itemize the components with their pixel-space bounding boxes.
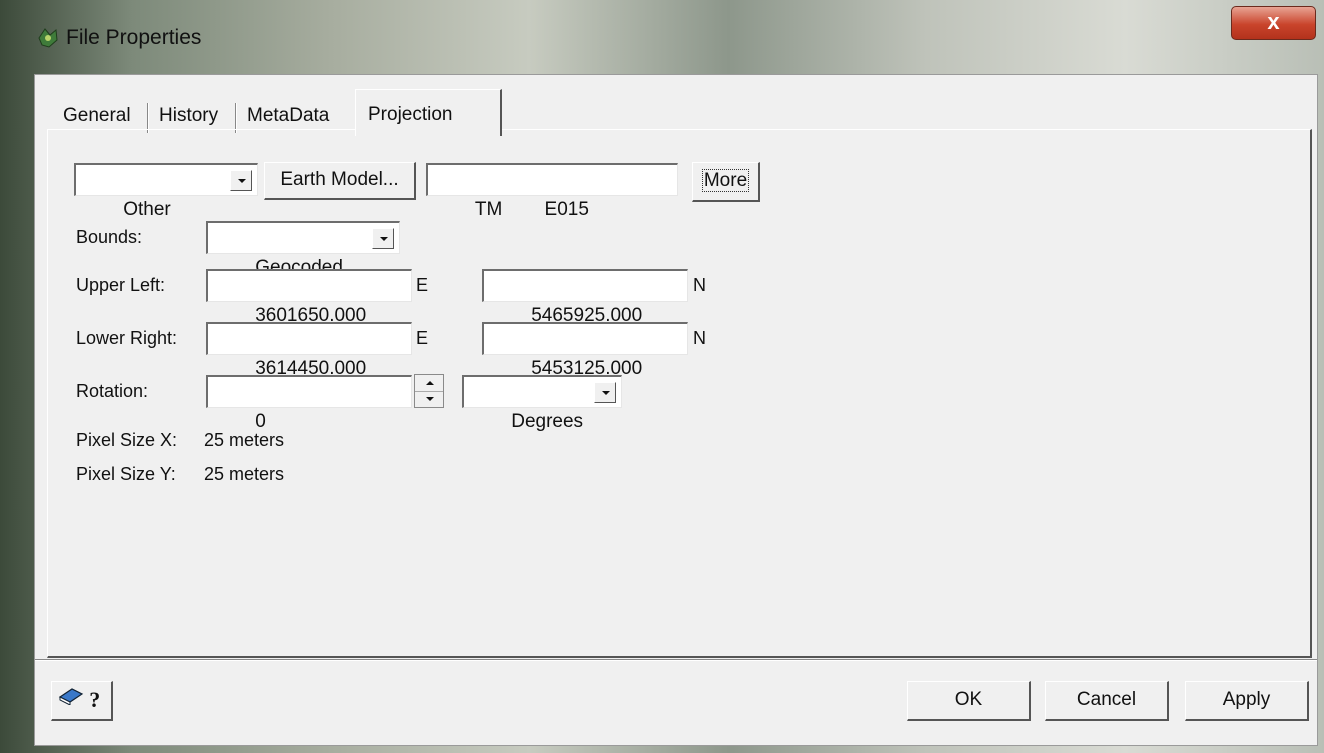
pixel-size-x-value: 25 meters <box>204 430 285 450</box>
upper-left-e-unit: E <box>416 275 429 295</box>
tab-history-label: History <box>159 105 219 126</box>
rotation-unit-select[interactable]: Degrees <box>462 375 622 432</box>
spin-up-icon[interactable] <box>415 375 443 392</box>
more-label: More <box>701 169 750 192</box>
footer-divider <box>35 659 1317 661</box>
upper-left-easting-field[interactable]: 3601650.000 <box>206 269 412 326</box>
help-question-icon: ? <box>89 687 101 712</box>
lower-right-n-unit: N <box>693 328 706 348</box>
pixel-size-y-value: 25 meters <box>204 464 285 484</box>
earth-model-button[interactable]: Earth Model... <box>264 162 416 200</box>
more-button[interactable]: More <box>692 162 760 202</box>
app-icon <box>36 26 60 50</box>
ok-label: OK <box>954 689 983 710</box>
upper-left-northing-field[interactable]: 5465925.000 <box>482 269 688 326</box>
ok-button[interactable]: OK <box>907 681 1031 721</box>
projection-type-select[interactable]: Other <box>74 163 258 220</box>
lower-right-label: Lower Right: <box>76 328 178 348</box>
tab-metadata-label: MetaData <box>247 105 330 126</box>
tab-history[interactable]: History <box>151 101 226 131</box>
lower-right-e-unit: E <box>416 328 429 348</box>
close-button[interactable]: x <box>1231 6 1316 40</box>
upper-left-label: Upper Left: <box>76 275 166 295</box>
upper-left-n-unit: N <box>693 275 706 295</box>
chevron-down-icon[interactable] <box>372 228 394 249</box>
tab-metadata[interactable]: MetaData <box>239 101 337 131</box>
tab-projection[interactable]: Projection <box>355 89 502 136</box>
rotation-unit-value: Degrees <box>511 411 584 432</box>
help-button[interactable]: ? <box>51 681 113 721</box>
window-title: File Properties <box>66 26 202 49</box>
chevron-down-icon[interactable] <box>230 170 252 191</box>
bounds-label: Bounds: <box>76 227 143 247</box>
close-icon: x <box>1267 9 1280 34</box>
spin-down-icon[interactable] <box>415 392 443 408</box>
projection-type-value: Other <box>123 199 171 220</box>
lower-right-northing-field[interactable]: 5453125.000 <box>482 322 688 379</box>
lower-right-easting-field[interactable]: 3614450.000 <box>206 322 412 379</box>
projection-name-field[interactable]: TM E015 <box>426 163 678 220</box>
apply-button[interactable]: Apply <box>1185 681 1309 721</box>
tab-projection-label: Projection <box>368 104 453 125</box>
tab-general[interactable]: General <box>55 101 139 131</box>
title-bar[interactable]: File Properties x <box>0 0 1324 76</box>
projection-panel: Other Earth Model... TM E015 More Bounds… <box>47 129 1312 658</box>
rotation-value: 0 <box>255 411 266 432</box>
apply-label: Apply <box>1222 689 1271 710</box>
pixel-size-y-label: Pixel Size Y: <box>76 464 176 484</box>
dialog-client-area: General History MetaData Projection Othe… <box>34 74 1318 746</box>
help-book-icon <box>58 682 84 718</box>
rotation-field[interactable]: 0 <box>206 375 412 432</box>
rotation-spinner[interactable] <box>414 374 444 408</box>
cancel-label: Cancel <box>1076 689 1137 710</box>
rotation-label: Rotation: <box>76 381 149 401</box>
cancel-button[interactable]: Cancel <box>1045 681 1169 721</box>
bounds-select[interactable]: Geocoded <box>206 221 400 278</box>
file-properties-window: File Properties x General History MetaDa… <box>0 0 1324 753</box>
pixel-size-x-label: Pixel Size X: <box>76 430 178 450</box>
tab-general-label: General <box>63 105 131 126</box>
chevron-down-icon[interactable] <box>594 382 616 403</box>
earth-model-label: Earth Model... <box>280 169 399 190</box>
projection-name-value: TM E015 <box>474 199 589 220</box>
